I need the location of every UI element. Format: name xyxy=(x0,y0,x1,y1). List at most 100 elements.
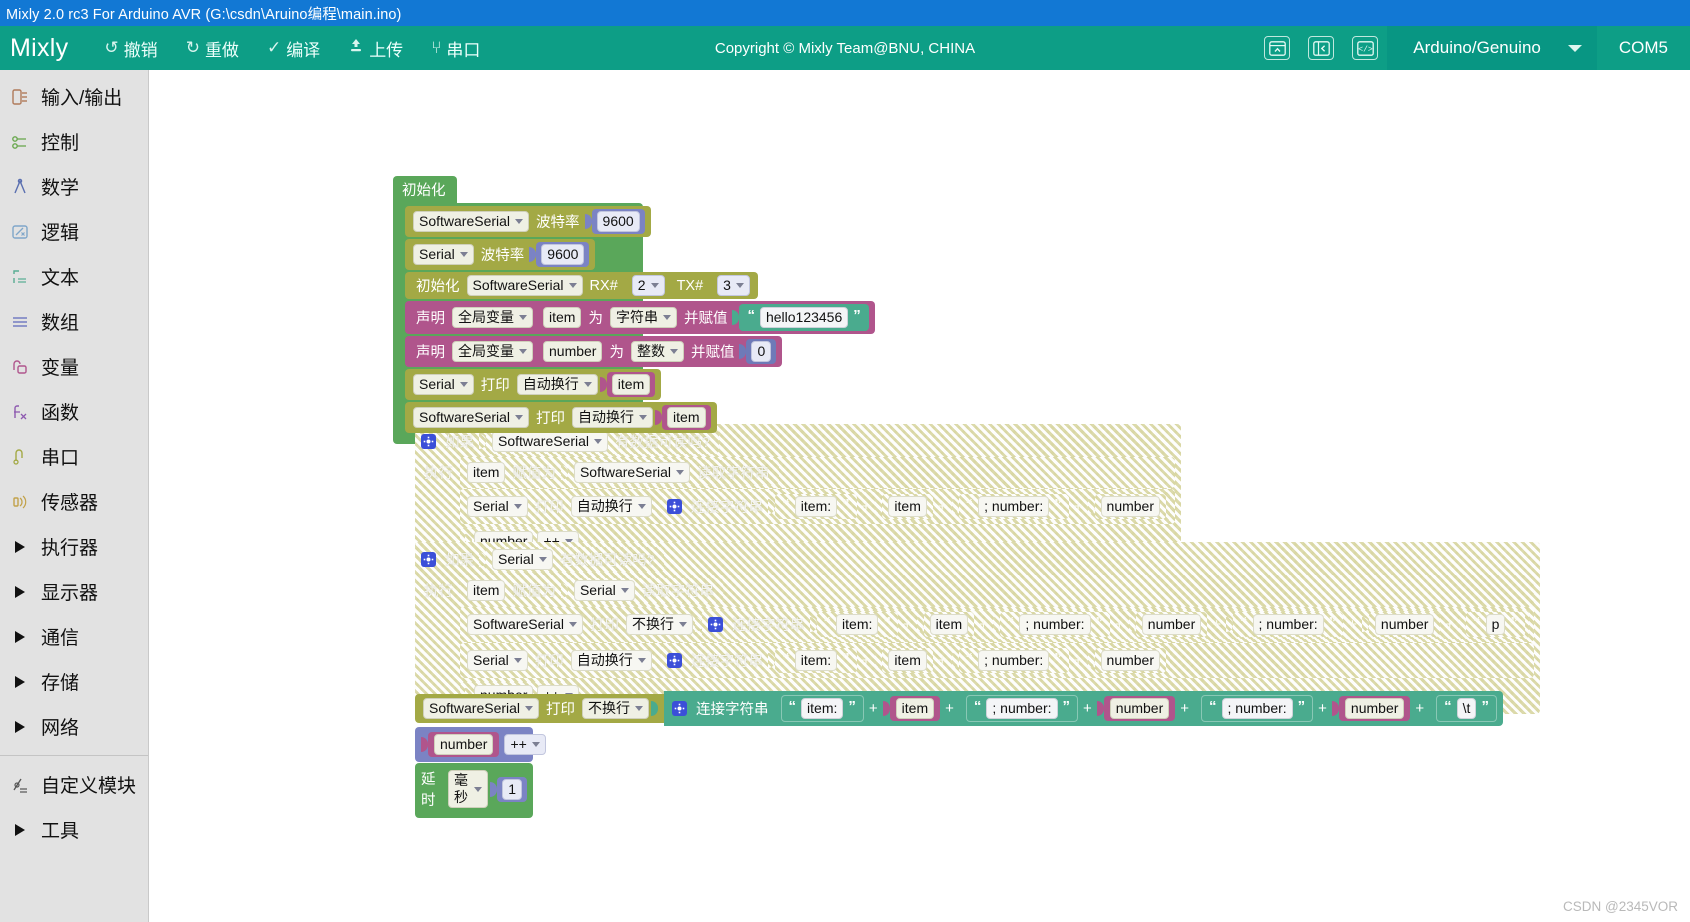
join-string-block[interactable]: 连接字符串 “ item: ” + item + “ ; number: ” +… xyxy=(664,691,1503,726)
sidebar-item-control[interactable]: 控制 xyxy=(0,119,148,164)
variable-get-block[interactable]: item xyxy=(662,405,711,430)
increment-op-dropdown[interactable]: ++ xyxy=(504,734,546,755)
device-dropdown[interactable]: SoftwareSerial xyxy=(413,407,530,428)
variable-name[interactable]: item xyxy=(888,650,927,671)
device-dropdown[interactable]: Serial xyxy=(467,496,528,517)
data-available-block[interactable]: Serial 有数据可读吗? xyxy=(486,547,664,572)
text-literal-block[interactable]: “ ; number: ” xyxy=(965,695,1079,722)
text-literal-value[interactable]: \t xyxy=(1456,698,1477,719)
read-string-block[interactable]: SoftwareSerial 读取字符串 xyxy=(568,460,779,485)
text-literal-value[interactable]: item: xyxy=(794,650,838,671)
text-literal-block[interactable]: “ item: ” xyxy=(817,612,898,637)
baud-value[interactable]: 9600 xyxy=(541,244,585,265)
sidebar-item-tools[interactable]: 工具 xyxy=(0,807,148,852)
sidebar-item-logic[interactable]: 逻辑 xyxy=(0,209,148,254)
number-literal-value[interactable]: 0 xyxy=(751,341,772,362)
variable-get-block[interactable]: number xyxy=(428,732,500,757)
variable-name[interactable]: item xyxy=(667,407,706,428)
serial-print-join-block[interactable]: Serial 打印 自动换行 连接字符串 “ item: ” + item + … xyxy=(460,489,1175,524)
join-string-block[interactable]: 连接字符串 “ item: ” + item + “ ; number: ” +… xyxy=(661,646,1170,675)
softwareserial-init-block[interactable]: 初始化 SoftwareSerial RX# 2 TX# 3 xyxy=(405,272,758,299)
variable-get-block[interactable]: item xyxy=(882,494,932,519)
variable-name[interactable]: number xyxy=(1100,496,1160,517)
type-dropdown[interactable]: 整数 xyxy=(630,341,684,362)
sidebar-item-custom-module[interactable]: 自定义模块 xyxy=(0,762,148,807)
serial-port-indicator[interactable]: COM5 xyxy=(1596,26,1690,70)
baud-value[interactable]: 9600 xyxy=(596,211,640,232)
declare-item-block[interactable]: 声明 全局变量 item 为 字符串 并赋值 “ hello123456 ” xyxy=(405,301,875,334)
text-literal-value[interactable]: ; number: xyxy=(1019,614,1091,635)
text-literal-block[interactable]: “ ; number: ” xyxy=(1201,695,1314,722)
device-dropdown[interactable]: Serial xyxy=(413,244,474,265)
assign-item-block[interactable]: item 赋值为 Serial 读取字符串 xyxy=(460,575,1534,606)
tail-block-stack[interactable]: SoftwareSerial 打印 不换行 连接字符串 “ item: ” + … xyxy=(415,691,1503,818)
text-literal-value[interactable]: ; number: xyxy=(1221,698,1293,719)
text-literal-value[interactable]: ; number: xyxy=(978,496,1050,517)
variable-get-block[interactable]: number xyxy=(1095,648,1166,673)
redo-button[interactable]: ↻ 重做 xyxy=(172,26,253,70)
gear-icon[interactable] xyxy=(666,499,682,514)
sidebar-item-function[interactable]: 函数 xyxy=(0,389,148,434)
sidebar-item-io[interactable]: 输入/输出 xyxy=(0,74,148,119)
variable-get-block[interactable]: number xyxy=(1095,494,1166,519)
if-block-2[interactable]: 如果 Serial 有数据可读吗? 执行 item 赋值为 Serial 读取字… xyxy=(415,542,1540,714)
type-dropdown[interactable]: 字符串 xyxy=(609,307,677,328)
text-literal-value[interactable]: p xyxy=(1485,614,1506,635)
device-dropdown[interactable]: SoftwareSerial xyxy=(492,431,609,452)
variable-get-block[interactable]: number xyxy=(1369,612,1440,637)
variable-name-field[interactable]: item xyxy=(467,580,506,601)
text-literal-block[interactable]: “ hello123456 ” xyxy=(739,304,869,331)
device-dropdown[interactable]: SoftwareSerial xyxy=(466,275,583,296)
sidebar-item-storage[interactable]: 存储 xyxy=(0,659,148,704)
text-literal-value[interactable]: ; number: xyxy=(978,650,1050,671)
text-literal-value[interactable]: item: xyxy=(794,496,838,517)
variable-name-field[interactable]: number xyxy=(543,341,603,362)
declare-number-block[interactable]: 声明 全局变量 number 为 整数 并赋值 0 xyxy=(405,336,783,367)
delay-unit-dropdown[interactable]: 毫秒 xyxy=(447,770,489,808)
sidebar-item-variable[interactable]: 变量 xyxy=(0,344,148,389)
print-statement[interactable]: SoftwareSerial 打印 不换行 xyxy=(415,694,665,723)
device-dropdown[interactable]: Serial xyxy=(467,650,528,671)
variable-get-block[interactable]: item xyxy=(889,696,941,721)
panel-collapse-icon[interactable] xyxy=(1264,36,1291,60)
gear-icon[interactable] xyxy=(421,552,436,567)
scope-dropdown[interactable]: 全局变量 xyxy=(452,307,533,328)
newline-mode-dropdown[interactable]: 不换行 xyxy=(582,698,650,719)
assign-item-block[interactable]: item 赋值为 SoftwareSerial 读取字符串 xyxy=(460,457,1175,488)
serial-print-block[interactable]: Serial 打印 自动换行 item xyxy=(405,369,662,400)
variable-get-block[interactable]: number xyxy=(1338,696,1411,721)
text-literal-block[interactable]: “ ; number: ” xyxy=(1233,612,1343,637)
device-dropdown[interactable]: SoftwareSerial xyxy=(467,614,584,635)
number-literal-block[interactable]: 1 xyxy=(497,776,527,802)
text-literal-value[interactable]: ; number: xyxy=(986,698,1058,719)
gear-icon[interactable] xyxy=(421,434,436,449)
variable-get-block[interactable]: item xyxy=(882,648,932,673)
text-literal-value[interactable]: item: xyxy=(801,698,844,719)
variable-name-field[interactable]: item xyxy=(467,462,506,483)
undo-button[interactable]: ↺ 撤销 xyxy=(90,26,171,70)
variable-name[interactable]: number xyxy=(1100,650,1160,671)
rx-pin-dropdown[interactable]: 2 xyxy=(631,275,665,296)
softwareserial-print-join-block[interactable]: SoftwareSerial 打印 不换行 连接字符串 “ item: ” + … xyxy=(415,691,1503,726)
text-literal-block[interactable]: “ item: ” xyxy=(775,648,856,673)
variable-name-field[interactable]: item xyxy=(543,307,582,328)
sidebar-item-text[interactable]: 文本 xyxy=(0,254,148,299)
device-dropdown[interactable]: Serial xyxy=(413,374,474,395)
compile-button[interactable]: ✓ 编译 xyxy=(253,26,334,70)
text-literal-block[interactable]: “ item: ” xyxy=(775,494,856,519)
text-literal-block[interactable]: “ ; number: ” xyxy=(959,648,1069,673)
sidebar-item-sensor[interactable]: 传感器 xyxy=(0,479,148,524)
setup-block[interactable]: 初始化 SoftwareSerial 波特率 9600 Serial 波特率 9… xyxy=(393,176,875,444)
increment-block[interactable]: number ++ xyxy=(415,727,546,762)
join-string-block[interactable]: 连接字符串 “ item: ” + item + “ ; number: ” +… xyxy=(702,610,1529,639)
newline-mode-dropdown[interactable]: 不换行 xyxy=(626,614,694,635)
baud-value-block[interactable]: 9600 xyxy=(591,209,645,234)
variable-name[interactable]: number xyxy=(1344,698,1405,719)
softwareserial-baud-block[interactable]: SoftwareSerial 波特率 9600 xyxy=(405,206,651,237)
serial-print-join-block[interactable]: Serial 打印 自动换行 连接字符串 “ item: ” + item + … xyxy=(460,643,1534,678)
variable-name[interactable]: item xyxy=(888,496,927,517)
tx-pin-dropdown[interactable]: 3 xyxy=(717,275,750,296)
variable-get-block[interactable]: number xyxy=(1136,612,1207,637)
scope-dropdown[interactable]: 全局变量 xyxy=(452,341,533,362)
variable-get-block[interactable]: item xyxy=(606,372,656,397)
